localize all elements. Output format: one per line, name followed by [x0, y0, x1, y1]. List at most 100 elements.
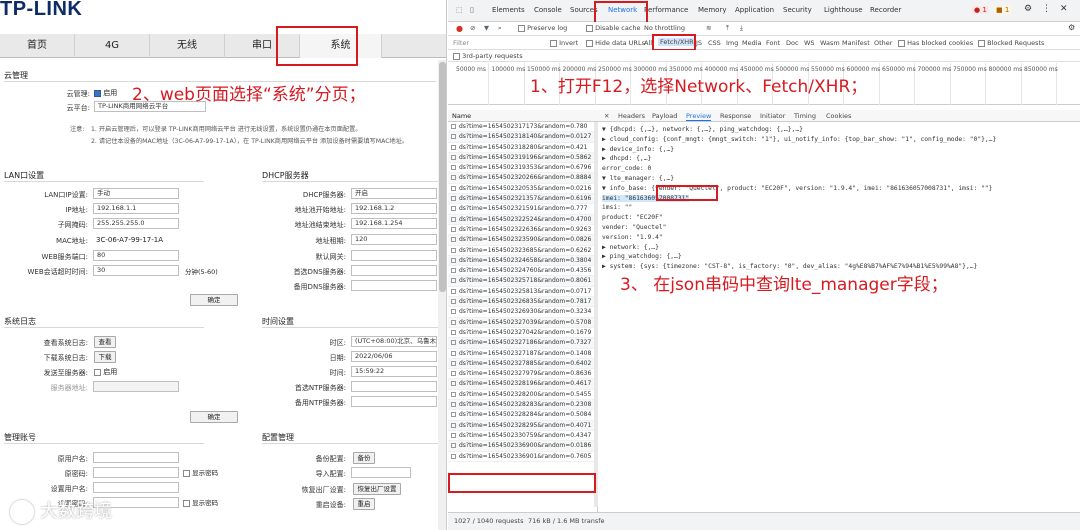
ntp2-input[interactable] — [351, 396, 437, 407]
request-row[interactable]: ds?time=1654502318280&random=0.421 — [448, 143, 597, 153]
invert-checkbox[interactable] — [550, 39, 557, 47]
request-row[interactable]: ds?time=1654502326930&random=0.3234 — [448, 307, 597, 318]
warning-badge[interactable]: ■ 1 — [994, 6, 1012, 14]
type-ws[interactable]: WS — [804, 39, 815, 47]
third-party-checkbox[interactable] — [453, 52, 460, 60]
web-port-input[interactable]: 80 — [93, 250, 179, 261]
invert-toggle[interactable]: Invert — [550, 39, 578, 47]
download-log-button[interactable]: 下载 — [94, 351, 116, 363]
request-row[interactable]: ds?time=1654502328196&random=0.4617 — [448, 379, 597, 390]
request-row[interactable]: ds?time=1654502330759&random=0.4347 — [448, 431, 597, 442]
device-toggle-icon[interactable]: ▯ — [470, 6, 474, 14]
request-list-header[interactable]: Name — [448, 110, 598, 122]
blocked-cookies-toggle[interactable]: Has blocked cookies — [898, 39, 973, 47]
request-row[interactable]: ds?time=1654502322636&random=0.9263 — [448, 225, 597, 236]
export-icon[interactable]: ⤓ — [740, 24, 743, 33]
detail-close-icon[interactable]: ✕ — [604, 112, 609, 120]
request-row[interactable]: ds?time=1654502327186&random=0.7327 — [448, 338, 597, 349]
request-row[interactable]: ds?time=1654502320535&random=0.0216 — [448, 184, 597, 195]
json-line[interactable]: error_code: 0 — [602, 165, 651, 172]
lan-ip-mode-select[interactable]: 手动 — [93, 188, 179, 199]
tab-lighthouse[interactable]: Lighthouse — [824, 6, 863, 14]
dns2-input[interactable] — [351, 280, 437, 291]
json-line[interactable]: ▶ cloud_config: {conf_mngt: {mngt_switch… — [602, 136, 996, 143]
pool-end-input[interactable]: 192.168.1.254 — [351, 218, 437, 229]
lease-input[interactable]: 120 — [351, 234, 437, 245]
request-row[interactable]: ds?time=1654502323590&random=0.0826 — [448, 235, 597, 246]
blocked-requests-checkbox[interactable] — [978, 39, 985, 47]
dhcp-server-select[interactable]: 开启 — [351, 188, 437, 199]
type-font[interactable]: Font — [766, 39, 780, 47]
request-row[interactable]: ds?time=1654502320266&random=0.8884 — [448, 173, 597, 184]
type-other[interactable]: Other — [874, 39, 892, 47]
json-line[interactable]: ▶ ping_watchdog: {,…} — [602, 253, 682, 260]
clear-icon[interactable]: ⊘ — [470, 24, 475, 32]
blocked-requests-toggle[interactable]: Blocked Requests — [978, 39, 1044, 47]
request-row[interactable]: ds?time=1654502327187&random=0.1408 — [448, 349, 597, 359]
request-row[interactable]: ds?time=1654502317173&random=0.780 — [448, 122, 597, 133]
request-row[interactable]: ds?time=1654502327039&random=0.5708 — [448, 317, 597, 328]
more-icon[interactable]: ⋮ — [1042, 4, 1051, 14]
tab-memory[interactable]: Memory — [698, 6, 726, 14]
request-row[interactable]: ds?time=1654502319196&random=0.5862 — [448, 152, 597, 164]
hide-data-toggle[interactable]: Hide data URLs — [586, 39, 645, 47]
send-server-checkbox[interactable] — [94, 368, 101, 376]
request-row[interactable]: ds?time=1654502326835&random=0.7817 — [448, 297, 597, 308]
request-row[interactable]: ds?time=1654502324658&random=0.3804 — [448, 255, 597, 267]
tab-preview[interactable]: Preview — [686, 112, 712, 121]
tab-timing[interactable]: Timing — [794, 112, 816, 120]
throttle-select[interactable]: No throttling — [644, 24, 685, 32]
json-line[interactable]: imsi: "" — [602, 204, 632, 211]
json-line[interactable]: version: "1.9.4" — [602, 234, 663, 241]
gateway-input[interactable] — [351, 250, 437, 261]
disable-cache-checkbox[interactable] — [586, 24, 593, 32]
gear-icon[interactable]: ⚙ — [1024, 4, 1032, 14]
date-input[interactable]: 2022/06/06 — [351, 351, 437, 362]
tab-initiator[interactable]: Initiator — [760, 112, 785, 120]
tab-console[interactable]: Console — [534, 6, 562, 14]
inspect-icon[interactable]: ⬚ — [456, 6, 463, 14]
tab-recorder[interactable]: Recorder — [870, 6, 901, 14]
show-pass-checkbox-2[interactable] — [183, 499, 190, 507]
view-log-button[interactable]: 查看 — [94, 336, 116, 348]
request-row[interactable]: ds?time=1654502327885&random=0.6402 — [448, 358, 597, 370]
request-row[interactable]: ds?time=1654502328200&random=0.5455 — [448, 390, 597, 401]
request-row[interactable]: ds?time=1654502321591&random=0.777 — [448, 204, 597, 215]
web-timeout-input[interactable]: 30 — [93, 265, 179, 276]
type-img[interactable]: Img — [726, 39, 738, 47]
filter-icon[interactable]: ▼ — [484, 24, 489, 32]
tab-headers[interactable]: Headers — [618, 112, 645, 120]
server-address-input[interactable] — [93, 381, 179, 392]
preserve-log-checkbox[interactable] — [518, 24, 525, 32]
type-doc[interactable]: Doc — [786, 39, 799, 47]
lan-ip-input[interactable]: 192.168.1.1 — [93, 203, 179, 214]
hide-data-checkbox[interactable] — [586, 39, 593, 47]
request-row[interactable]: ds?time=1654502328284&random=0.5084 — [448, 410, 597, 421]
json-line[interactable]: ▶ dhcpd: {,…} — [602, 155, 651, 162]
search-icon[interactable]: ⌕ — [498, 24, 502, 33]
tab-response[interactable]: Response — [720, 112, 751, 120]
request-row[interactable]: ds?time=1654502324760&random=0.4356 — [448, 266, 597, 277]
type-manifest[interactable]: Manifest — [842, 39, 870, 47]
import-icon[interactable]: ⤒ — [726, 24, 729, 33]
orig-pass-input[interactable] — [93, 467, 179, 478]
lan-mask-input[interactable]: 255.255.255.0 — [93, 218, 179, 229]
json-line[interactable]: ▼ lte_manager: {,…} — [602, 175, 674, 182]
tab-4g[interactable]: 4G — [75, 34, 150, 58]
disable-cache[interactable]: Disable cache — [586, 24, 641, 32]
pool-start-input[interactable]: 192.168.1.2 — [351, 203, 437, 214]
tab-wireless[interactable]: 无线 — [150, 34, 225, 58]
tab-security[interactable]: Security — [783, 6, 812, 14]
request-row[interactable]: ds?time=1654502325718&random=0.8061 — [448, 276, 597, 287]
tab-home[interactable]: 首页 — [0, 34, 75, 58]
json-line[interactable]: vender: "Quectel" — [602, 224, 666, 231]
dns1-input[interactable] — [351, 265, 437, 276]
show-pass-checkbox[interactable] — [183, 469, 190, 477]
request-row[interactable]: ds?time=1654502318140&random=0.0127 — [448, 132, 597, 143]
wifi-icon[interactable]: ≋ — [706, 24, 711, 32]
filter-input[interactable]: Filter — [453, 39, 469, 47]
request-row[interactable]: ds?time=1654502327979&random=0.8636 — [448, 369, 597, 380]
third-party-toggle[interactable]: 3rd-party requests — [453, 52, 523, 60]
tab-application[interactable]: Application — [735, 6, 774, 14]
json-line[interactable]: ▼ {dhcpd: {,…}, network: {,…}, ping_watc… — [602, 126, 803, 133]
